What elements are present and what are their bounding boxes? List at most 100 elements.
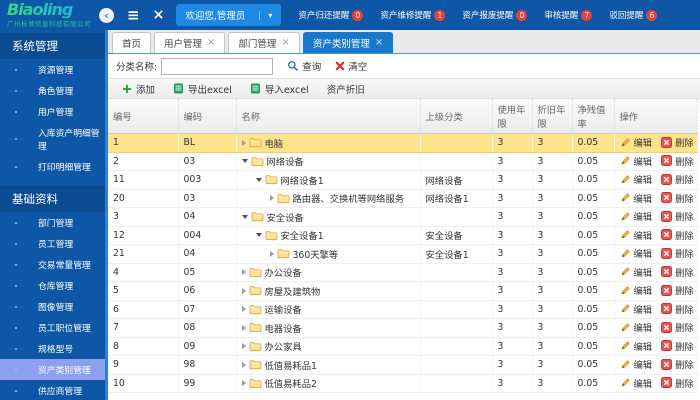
- edit-button[interactable]: 编辑: [620, 339, 652, 353]
- tree-expand-icon[interactable]: [241, 269, 246, 276]
- edit-button[interactable]: 编辑: [620, 320, 652, 334]
- sidebar-item[interactable]: 仓库管理: [0, 275, 105, 296]
- sidebar-item[interactable]: 员工职位管理: [0, 317, 105, 338]
- table-row[interactable]: 1 BL 电脑 3 3 0.05 编辑 删除: [108, 133, 698, 153]
- delete-button[interactable]: 删除: [661, 376, 694, 390]
- tree-expand-icon[interactable]: [241, 343, 246, 350]
- header-nav-item[interactable]: 资产维修提醒 1: [380, 9, 446, 21]
- folder-icon: [249, 304, 261, 314]
- table-row[interactable]: 5 06 房屋及建筑物 3 3 0.05 编辑 删除: [108, 281, 698, 301]
- tab-close-icon[interactable]: ×: [207, 38, 215, 48]
- table-row[interactable]: 10 99 低值易耗品2 3 3 0.05 编辑 删除: [108, 374, 698, 393]
- tree-expand-icon[interactable]: [241, 361, 246, 368]
- table-row[interactable]: 2 03 网络设备 3 3 0.05 编辑 删除: [108, 152, 698, 171]
- tab-item[interactable]: 首页: [112, 32, 152, 53]
- cell-name: 办公家具: [236, 337, 421, 356]
- tree-expand-icon[interactable]: [269, 250, 274, 257]
- table-row[interactable]: 6 07 运输设备 3 3 0.05 编辑 删除: [108, 300, 698, 319]
- sidebar-item[interactable]: 部门管理: [0, 212, 105, 233]
- delete-button[interactable]: 删除: [661, 209, 694, 223]
- toolbar-button[interactable]: 导出excel: [164, 79, 241, 98]
- edit-button[interactable]: 编辑: [620, 228, 652, 242]
- delete-button[interactable]: 删除: [661, 228, 694, 242]
- toolbar-button[interactable]: 添加: [113, 79, 164, 98]
- delete-button[interactable]: 删除: [661, 357, 694, 371]
- tab-item[interactable]: 部门管理 ×: [228, 32, 300, 53]
- cell-residual-rate: 0.05: [572, 207, 615, 227]
- sidebar-item[interactable]: 资源管理: [0, 59, 105, 80]
- edit-button[interactable]: 编辑: [620, 172, 652, 186]
- delete-button[interactable]: 删除: [661, 320, 694, 334]
- tab-close-icon[interactable]: ×: [281, 38, 289, 48]
- delete-button[interactable]: 删除: [661, 339, 694, 353]
- tab-close-icon[interactable]: ×: [375, 38, 383, 48]
- table-row[interactable]: 7 08 电器设备 3 3 0.05 编辑 删除: [108, 318, 698, 338]
- menu-icon[interactable]: ≡: [127, 7, 140, 23]
- header-nav-item[interactable]: 资产报废提醒 0: [462, 9, 528, 21]
- table-row[interactable]: 12 004 安全设备1 安全设备 3 3 0.05 编辑 删除: [108, 226, 698, 245]
- delete-button[interactable]: 删除: [661, 172, 694, 186]
- close-tabs-icon[interactable]: ×: [153, 8, 165, 22]
- delete-button[interactable]: 删除: [661, 154, 694, 168]
- clear-button[interactable]: 清空: [335, 59, 367, 73]
- toolbar-button[interactable]: 资产折旧: [318, 79, 374, 98]
- sidebar-item[interactable]: 交易常量管理: [0, 254, 105, 275]
- toolbar-button[interactable]: 导入excel: [241, 79, 318, 98]
- sidebar-item[interactable]: 供应商管理: [0, 380, 105, 400]
- edit-button[interactable]: 编辑: [620, 357, 652, 371]
- tree-collapse-icon[interactable]: [241, 214, 248, 219]
- edit-button[interactable]: 编辑: [620, 376, 652, 390]
- tab-active[interactable]: 资产类别管理 ×: [302, 32, 394, 53]
- edit-button[interactable]: 编辑: [620, 135, 652, 149]
- sidebar-item[interactable]: 打印明细管理: [0, 156, 105, 177]
- edit-button[interactable]: 编辑: [620, 302, 652, 316]
- header-nav-item[interactable]: 驳回提醒 6: [609, 9, 658, 21]
- delete-button[interactable]: 删除: [661, 265, 694, 279]
- table-row[interactable]: 4 05 办公设备 3 3 0.05 编辑 删除: [108, 263, 698, 282]
- sidebar-item[interactable]: 用户管理: [0, 101, 105, 122]
- delete-button[interactable]: 删除: [661, 135, 694, 149]
- tree-expand-icon[interactable]: [241, 380, 246, 387]
- cell-parent-category: [420, 374, 493, 393]
- sidebar-item[interactable]: 规格型号: [0, 338, 105, 359]
- table-row[interactable]: 11 003 网络设备1 网络设备 3 3 0.05 编辑 删除: [108, 170, 698, 190]
- user-menu-button[interactable]: 欢迎您,管理员 ▾: [176, 4, 282, 26]
- delete-button[interactable]: 删除: [661, 283, 694, 297]
- sidebar-collapse-icon[interactable]: ‹: [99, 7, 114, 23]
- delete-button[interactable]: 删除: [661, 302, 694, 316]
- table-row[interactable]: 3 04 安全设备 3 3 0.05 编辑 删除: [108, 207, 698, 227]
- category-name-input[interactable]: [161, 57, 274, 75]
- delete-button[interactable]: 删除: [661, 246, 694, 260]
- tree-collapse-icon[interactable]: [241, 159, 248, 164]
- sidebar-item[interactable]: 图像管理: [0, 296, 105, 317]
- sidebar-item[interactable]: 员工管理: [0, 233, 105, 254]
- edit-button[interactable]: 编辑: [620, 283, 652, 297]
- delete-button[interactable]: 删除: [661, 191, 694, 205]
- tree-expand-icon[interactable]: [241, 139, 246, 146]
- edit-button[interactable]: 编辑: [620, 209, 652, 223]
- edit-button[interactable]: 编辑: [620, 191, 652, 205]
- cell-actions: 编辑 删除: [614, 281, 698, 301]
- tab-item[interactable]: 用户管理 ×: [154, 32, 226, 53]
- search-button[interactable]: 查询: [287, 59, 321, 73]
- tree-collapse-icon[interactable]: [255, 233, 262, 238]
- tree-collapse-icon[interactable]: [255, 177, 262, 182]
- edit-button[interactable]: 编辑: [620, 246, 652, 260]
- edit-button[interactable]: 编辑: [620, 265, 652, 279]
- table-row[interactable]: 8 09 办公家具 3 3 0.05 编辑 删除: [108, 337, 698, 356]
- cell-parent-category: [420, 337, 493, 356]
- cell-use-years: 3: [492, 300, 533, 319]
- table-row[interactable]: 20 03 路由器、交换机等网络服务 网络设备1 3 3 0.05 编辑 删除: [108, 189, 698, 208]
- sidebar-item[interactable]: 角色管理: [0, 80, 105, 101]
- sidebar-item[interactable]: 资产类别管理: [0, 359, 105, 380]
- tree-expand-icon[interactable]: [269, 195, 274, 202]
- header-nav-item[interactable]: 审核提醒 7: [544, 9, 593, 21]
- edit-button[interactable]: 编辑: [620, 154, 652, 168]
- tree-expand-icon[interactable]: [241, 287, 246, 294]
- sidebar-item[interactable]: 入库资产明细管理: [0, 122, 105, 156]
- table-row[interactable]: 21 04 360天擎等 安全设备1 3 3 0.05 编辑 删除: [108, 244, 698, 264]
- tree-expand-icon[interactable]: [241, 306, 246, 313]
- header-nav-item[interactable]: 资产归还提醒 0: [298, 9, 364, 21]
- tree-expand-icon[interactable]: [241, 324, 246, 331]
- table-row[interactable]: 9 98 低值易耗品1 3 3 0.05 编辑 删除: [108, 355, 698, 375]
